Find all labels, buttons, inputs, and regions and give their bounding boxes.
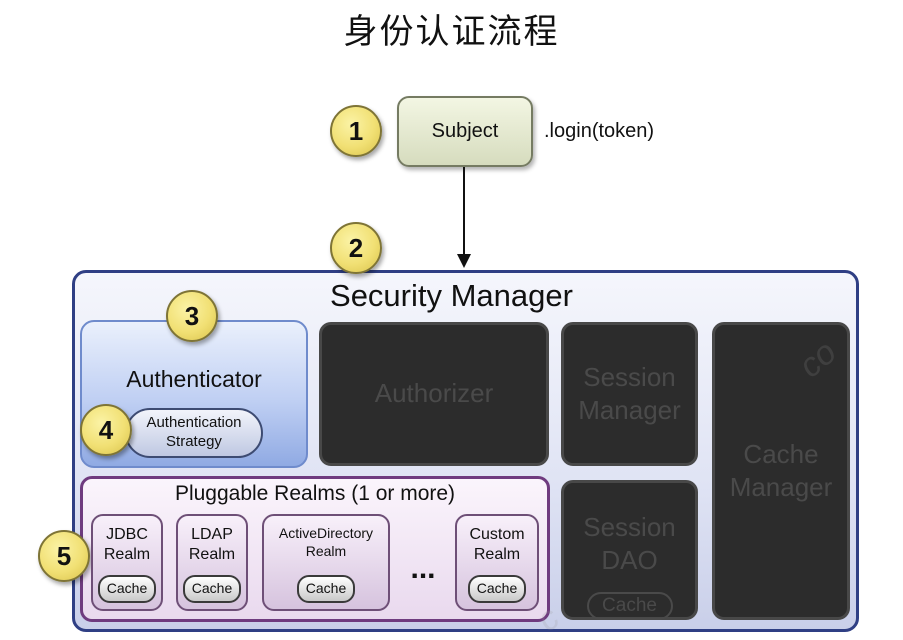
step-2-badge: 2 (330, 222, 382, 274)
realm-ldap-label: LDAP Realm (188, 526, 236, 563)
flow-arrow-line (463, 167, 465, 257)
realm-custom: Custom Realm Cache (455, 514, 539, 611)
login-call-label: .login(token) (544, 120, 655, 142)
realm-ldap-cache: Cache (183, 575, 241, 603)
realm-ldap: LDAP Realm Cache (176, 514, 248, 611)
realm-activedirectory: ActiveDirectory Realm Cache (262, 514, 390, 611)
realm-jdbc-label: JDBC Realm (103, 526, 151, 563)
session-manager-label: Session Manager (578, 361, 681, 425)
realm-custom-cache: Cache (468, 575, 526, 603)
pluggable-realms-title: Pluggable Realms (1 or more) (174, 482, 456, 505)
realm-activedirectory-cache: Cache (297, 575, 355, 603)
authorizer-box: Authorizer (319, 322, 549, 466)
page-title: 身份认证流程 (343, 12, 560, 52)
session-dao-box: Session DAO Cache (561, 480, 698, 620)
authentication-strategy-label: Authentication Strategy (146, 414, 242, 450)
step-4-badge: 4 (80, 404, 132, 456)
authorizer-label: Authorizer (374, 378, 494, 409)
authenticator-label: Authenticator (126, 366, 262, 392)
cache-manager-box: Cache Manager (712, 322, 850, 620)
realm-jdbc: JDBC Realm Cache (91, 514, 163, 611)
subject-box: Subject (397, 96, 533, 167)
step-1-badge: 1 (330, 105, 382, 157)
more-realms-ellipsis: ... (410, 552, 436, 585)
session-dao-cache: Cache (586, 591, 673, 620)
step-5-badge: 5 (38, 530, 90, 582)
flow-arrow-head (457, 254, 471, 268)
cache-manager-label: Cache Manager (729, 438, 833, 502)
session-dao-label: Session DAO (583, 512, 676, 576)
authentication-strategy: Authentication Strategy (125, 408, 263, 458)
realm-activedirectory-label: ActiveDirectory Realm (278, 525, 374, 559)
realm-jdbc-cache: Cache (98, 575, 156, 603)
realm-custom-label: Custom Realm (469, 526, 525, 563)
security-manager-title: Security Manager (330, 278, 573, 313)
step-3-badge: 3 (166, 290, 218, 342)
session-manager-box: Session Manager (561, 322, 698, 466)
